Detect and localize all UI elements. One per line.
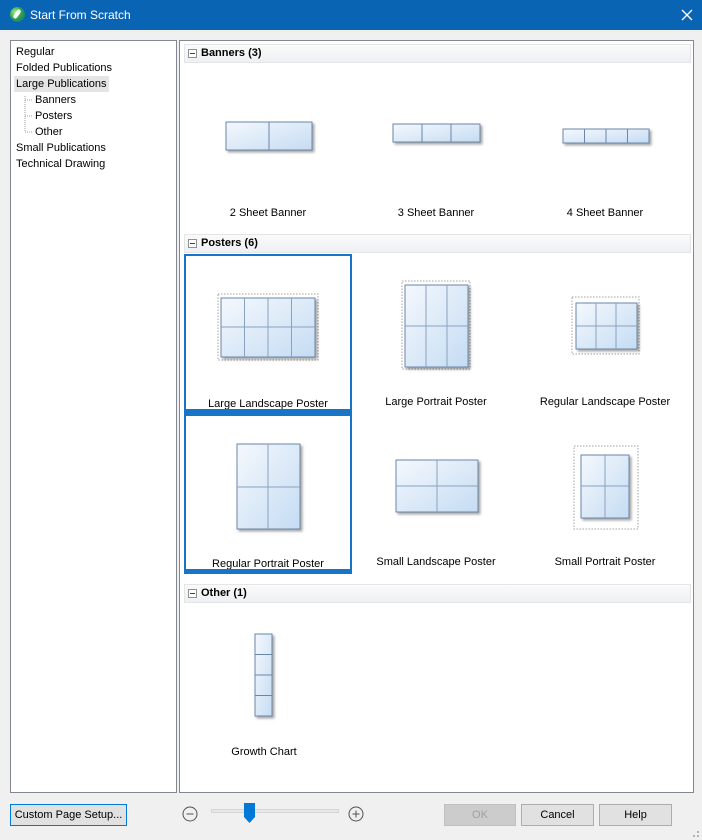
large-portrait-poster-thumbnail-icon (401, 280, 471, 370)
close-button[interactable] (672, 0, 702, 30)
template-4-sheet-banner[interactable]: 4 Sheet Banner (521, 65, 689, 225)
group-header-posters[interactable]: Posters (6) (184, 234, 691, 253)
template-small-landscape-poster[interactable]: Small Landscape Poster (352, 414, 520, 574)
group-header-banners[interactable]: Banners (3) (184, 44, 691, 63)
help-button[interactable]: Help (599, 804, 672, 826)
cancel-button[interactable]: Cancel (521, 804, 594, 826)
large-landscape-poster-thumbnail-icon (217, 293, 319, 361)
template-growth-chart[interactable]: Growth Chart (184, 604, 344, 764)
zoom-in-icon[interactable] (348, 806, 364, 822)
collapse-toggle-icon[interactable] (188, 49, 197, 58)
app-logo-icon (10, 7, 25, 22)
template-regular-landscape-poster[interactable]: Regular Landscape Poster (521, 254, 689, 414)
template-label: 2 Sheet Banner (229, 207, 307, 219)
template-3-sheet-banner[interactable]: 3 Sheet Banner (352, 65, 520, 225)
group-header-other[interactable]: Other (1) (184, 584, 691, 603)
title-bar: Start From Scratch (0, 0, 702, 30)
selection-indicator (186, 409, 350, 412)
tree-item-other[interactable]: Other (35, 124, 63, 140)
template-label: Small Landscape Poster (376, 556, 496, 568)
regular-landscape-poster-thumbnail-icon (571, 296, 640, 355)
template-gallery[interactable]: Banners (3) 2 Sheet Banner 3 Sheet Banne… (179, 40, 694, 793)
tree-item-technical-drawing[interactable]: Technical Drawing (16, 156, 105, 172)
resize-grip-icon[interactable] (690, 828, 700, 838)
tree-item-folded-publications[interactable]: Folded Publications (16, 60, 112, 76)
tree-item-small-publications[interactable]: Small Publications (16, 140, 106, 156)
template-label: Large Portrait Poster (385, 396, 487, 408)
zoom-slider-thumb[interactable] (243, 803, 255, 823)
template-label: Small Portrait Poster (554, 556, 656, 568)
small-landscape-poster-thumbnail-icon (395, 459, 479, 513)
window-title: Start From Scratch (30, 8, 131, 22)
template-large-landscape-poster[interactable]: Large Landscape Poster (184, 254, 352, 414)
custom-page-setup-button[interactable]: Custom Page Setup... (10, 804, 127, 826)
collapse-toggle-icon[interactable] (188, 239, 197, 248)
banner-4-sheet-thumbnail-icon (562, 128, 650, 144)
banner-3-sheet-thumbnail-icon (392, 123, 481, 143)
banner-2-sheet-thumbnail-icon (225, 121, 313, 151)
template-small-portrait-poster[interactable]: Small Portrait Poster (521, 414, 689, 574)
template-label: Regular Landscape Poster (539, 396, 671, 408)
tree-item-banners[interactable]: Banners (35, 92, 76, 108)
tree-item-regular[interactable]: Regular (16, 44, 55, 60)
close-icon (681, 9, 693, 21)
template-regular-portrait-poster[interactable]: Regular Portrait Poster (184, 414, 352, 574)
growth-chart-thumbnail-icon (254, 633, 273, 717)
category-tree[interactable]: Regular Folded Publications Large Public… (10, 40, 177, 793)
template-2-sheet-banner[interactable]: 2 Sheet Banner (184, 65, 352, 225)
template-label: 3 Sheet Banner (397, 207, 475, 219)
selection-indicator (186, 569, 350, 572)
group-title: Banners (3) (201, 47, 262, 59)
small-portrait-poster-thumbnail-icon (573, 445, 639, 530)
zoom-out-icon[interactable] (182, 806, 198, 822)
tree-item-posters[interactable]: Posters (35, 108, 72, 124)
group-title: Posters (6) (201, 237, 258, 249)
tree-connector-lines (24, 96, 33, 133)
regular-portrait-poster-thumbnail-icon (236, 443, 301, 530)
template-label: 4 Sheet Banner (566, 207, 644, 219)
zoom-slider-track[interactable] (211, 809, 339, 813)
collapse-toggle-icon[interactable] (188, 589, 197, 598)
tree-item-large-publications[interactable]: Large Publications (14, 76, 109, 92)
template-large-portrait-poster[interactable]: Large Portrait Poster (352, 254, 520, 414)
ok-button[interactable]: OK (444, 804, 516, 826)
group-title: Other (1) (201, 587, 247, 599)
template-label: Growth Chart (231, 746, 297, 758)
